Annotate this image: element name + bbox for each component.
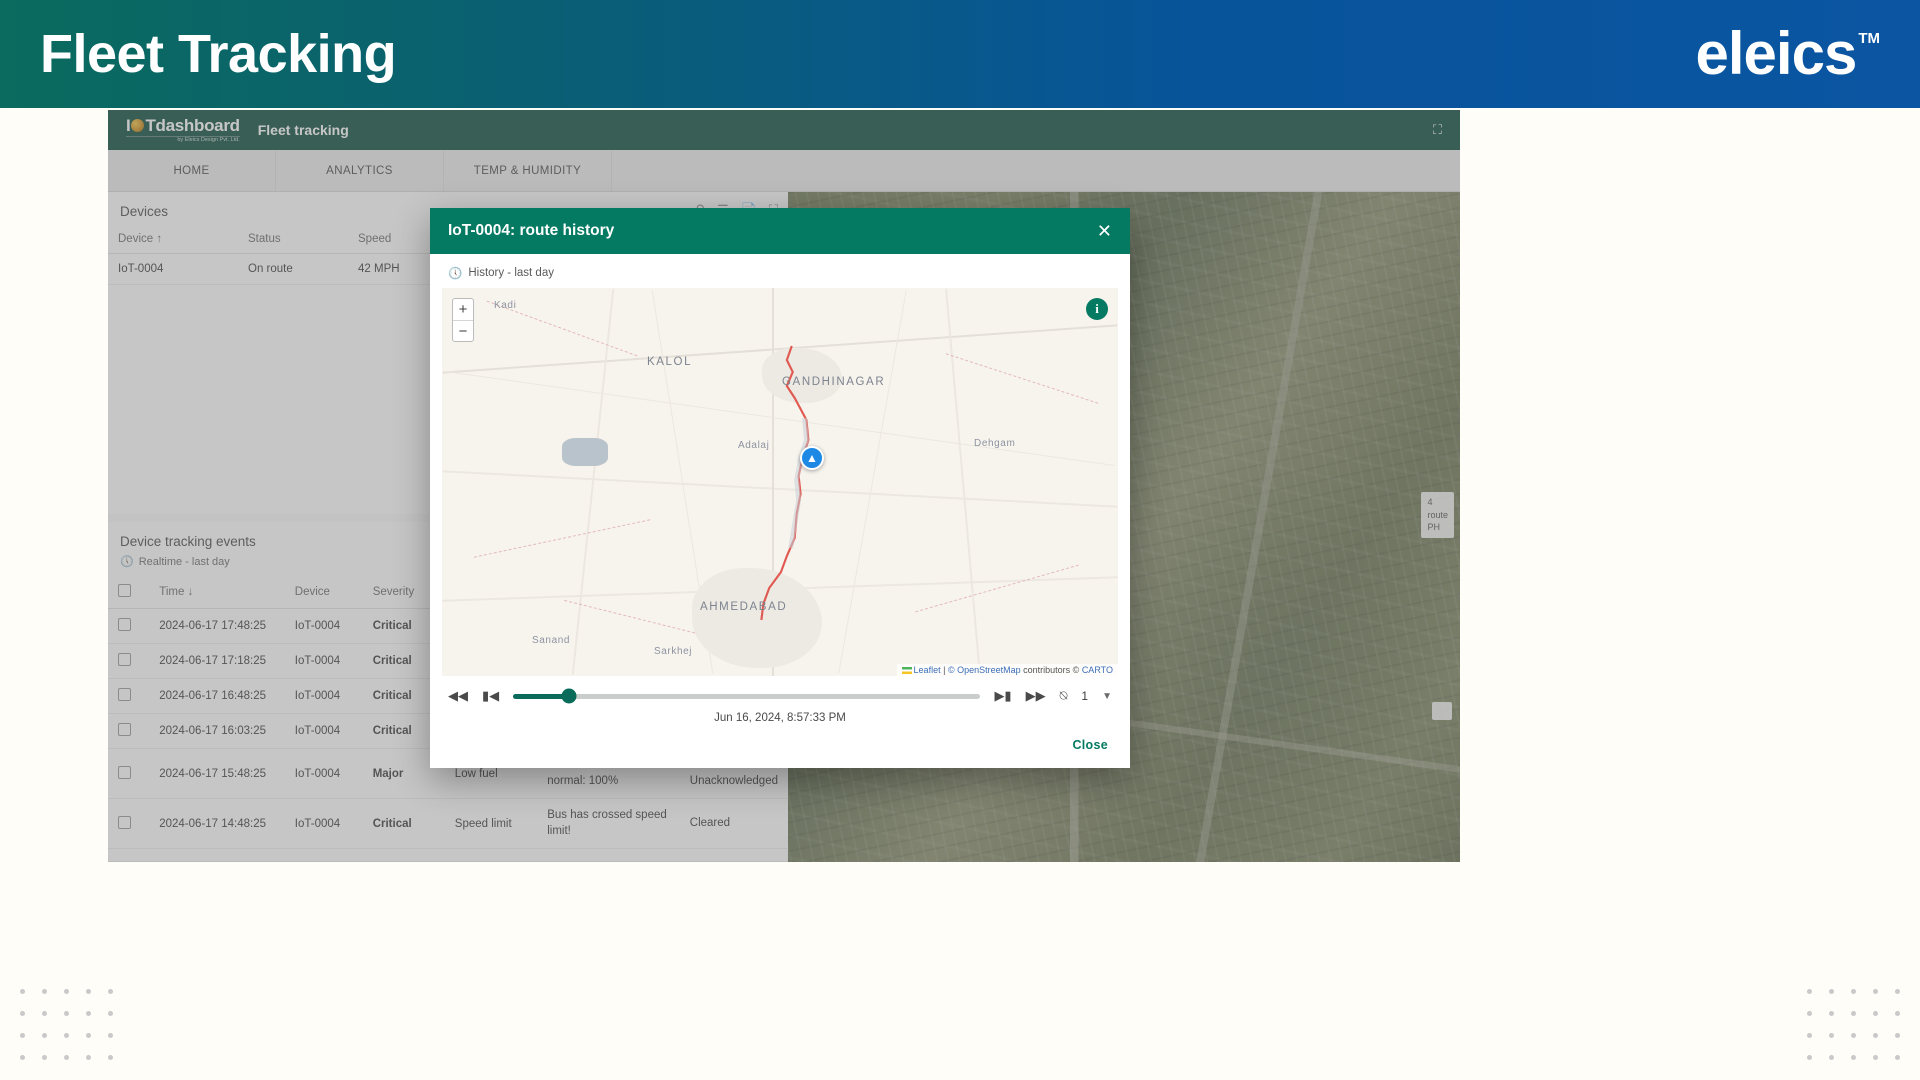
eleics-logo-word: eleics xyxy=(1695,20,1858,87)
zoom-in-button[interactable]: + xyxy=(453,299,473,320)
attribution-separator: | xyxy=(943,665,946,675)
leaflet-link[interactable]: Leaflet xyxy=(914,665,941,675)
history-timeline: ◀◀ ▮◀ ▶▮ ▶▶ ⍉ 1 ▼ xyxy=(430,676,1130,704)
skip-next-icon[interactable]: ▶▮ xyxy=(994,688,1011,704)
decorative-dot-grid-left xyxy=(20,989,113,1060)
map-zoom-controls[interactable]: + − xyxy=(452,298,474,342)
map-urban-area xyxy=(692,568,822,668)
map-boundary xyxy=(945,353,1099,404)
dialog-header: IoT-0004: route history ✕ xyxy=(430,208,1130,254)
page-title: Fleet Tracking xyxy=(40,24,397,84)
decorative-dot-grid-right xyxy=(1807,989,1900,1060)
chevron-down-icon[interactable]: ▼ xyxy=(1102,691,1112,702)
zoom-out-button[interactable]: − xyxy=(453,320,473,341)
map-label-kadi: Kadi xyxy=(494,300,517,311)
dialog-footer: Close xyxy=(430,728,1130,768)
map-attribution: Leaflet | © OpenStreetMap contributors ©… xyxy=(896,664,1118,676)
route-history-dialog: IoT-0004: route history ✕ 🕔 History - la… xyxy=(430,208,1130,768)
map-boundary xyxy=(473,519,651,558)
map-label-gandhinagar: GANDHINAGAR xyxy=(782,376,886,388)
close-icon[interactable]: ✕ xyxy=(1097,222,1112,240)
timeline-slider-thumb[interactable] xyxy=(561,688,577,704)
attribution-contributors: contributors © xyxy=(1023,665,1080,675)
leaflet-flag-icon xyxy=(901,667,912,674)
route-map[interactable]: Kadi KALOL GANDHINAGAR Adalaj Dehgam AHM… xyxy=(442,288,1118,676)
map-boundary xyxy=(564,599,710,638)
info-icon[interactable]: i xyxy=(1086,298,1108,320)
street-map-tiles[interactable]: Kadi KALOL GANDHINAGAR Adalaj Dehgam AHM… xyxy=(442,288,1118,676)
fast-rewind-icon[interactable]: ◀◀ xyxy=(448,688,468,704)
map-label-sanand: Sanand xyxy=(532,635,571,646)
play-circle-icon[interactable]: ⍉ xyxy=(1060,688,1068,704)
timeline-slider[interactable] xyxy=(513,688,981,704)
skip-previous-icon[interactable]: ▮◀ xyxy=(482,688,499,704)
dialog-subtitle-row: 🕔 History - last day xyxy=(430,254,1130,288)
map-label-dehgam: Dehgam xyxy=(974,438,1016,449)
page-brand-banner: Fleet Tracking eleics TM xyxy=(0,0,1920,108)
close-button[interactable]: Close xyxy=(1072,738,1108,752)
openstreetmap-link[interactable]: © OpenStreetMap xyxy=(948,665,1021,675)
map-road xyxy=(442,470,1118,508)
carto-link[interactable]: CARTO xyxy=(1082,665,1113,675)
navigation-arrow-icon[interactable]: ▲ xyxy=(800,446,824,470)
map-boundary xyxy=(915,564,1079,613)
dialog-subtitle: History - last day xyxy=(468,267,554,279)
map-road xyxy=(945,288,981,676)
dialog-title: IoT-0004: route history xyxy=(448,222,615,239)
map-road xyxy=(571,288,615,676)
map-label-adalaj: Adalaj xyxy=(738,440,770,451)
playback-speed-value: 1 xyxy=(1081,689,1089,703)
map-water-body xyxy=(562,438,608,466)
trademark-symbol: TM xyxy=(1858,30,1880,47)
clock-icon: 🕔 xyxy=(448,268,463,280)
timeline-timestamp: Jun 16, 2024, 8:57:33 PM xyxy=(714,712,846,724)
map-label-sarkhej: Sarkhej xyxy=(654,646,693,657)
map-label-ahmedabad: AHMEDABAD xyxy=(700,601,788,613)
eleics-logo: eleics TM xyxy=(1696,24,1881,84)
map-road xyxy=(838,290,907,674)
fast-forward-icon[interactable]: ▶▶ xyxy=(1026,688,1046,704)
map-label-kalol: KALOL xyxy=(647,356,693,368)
